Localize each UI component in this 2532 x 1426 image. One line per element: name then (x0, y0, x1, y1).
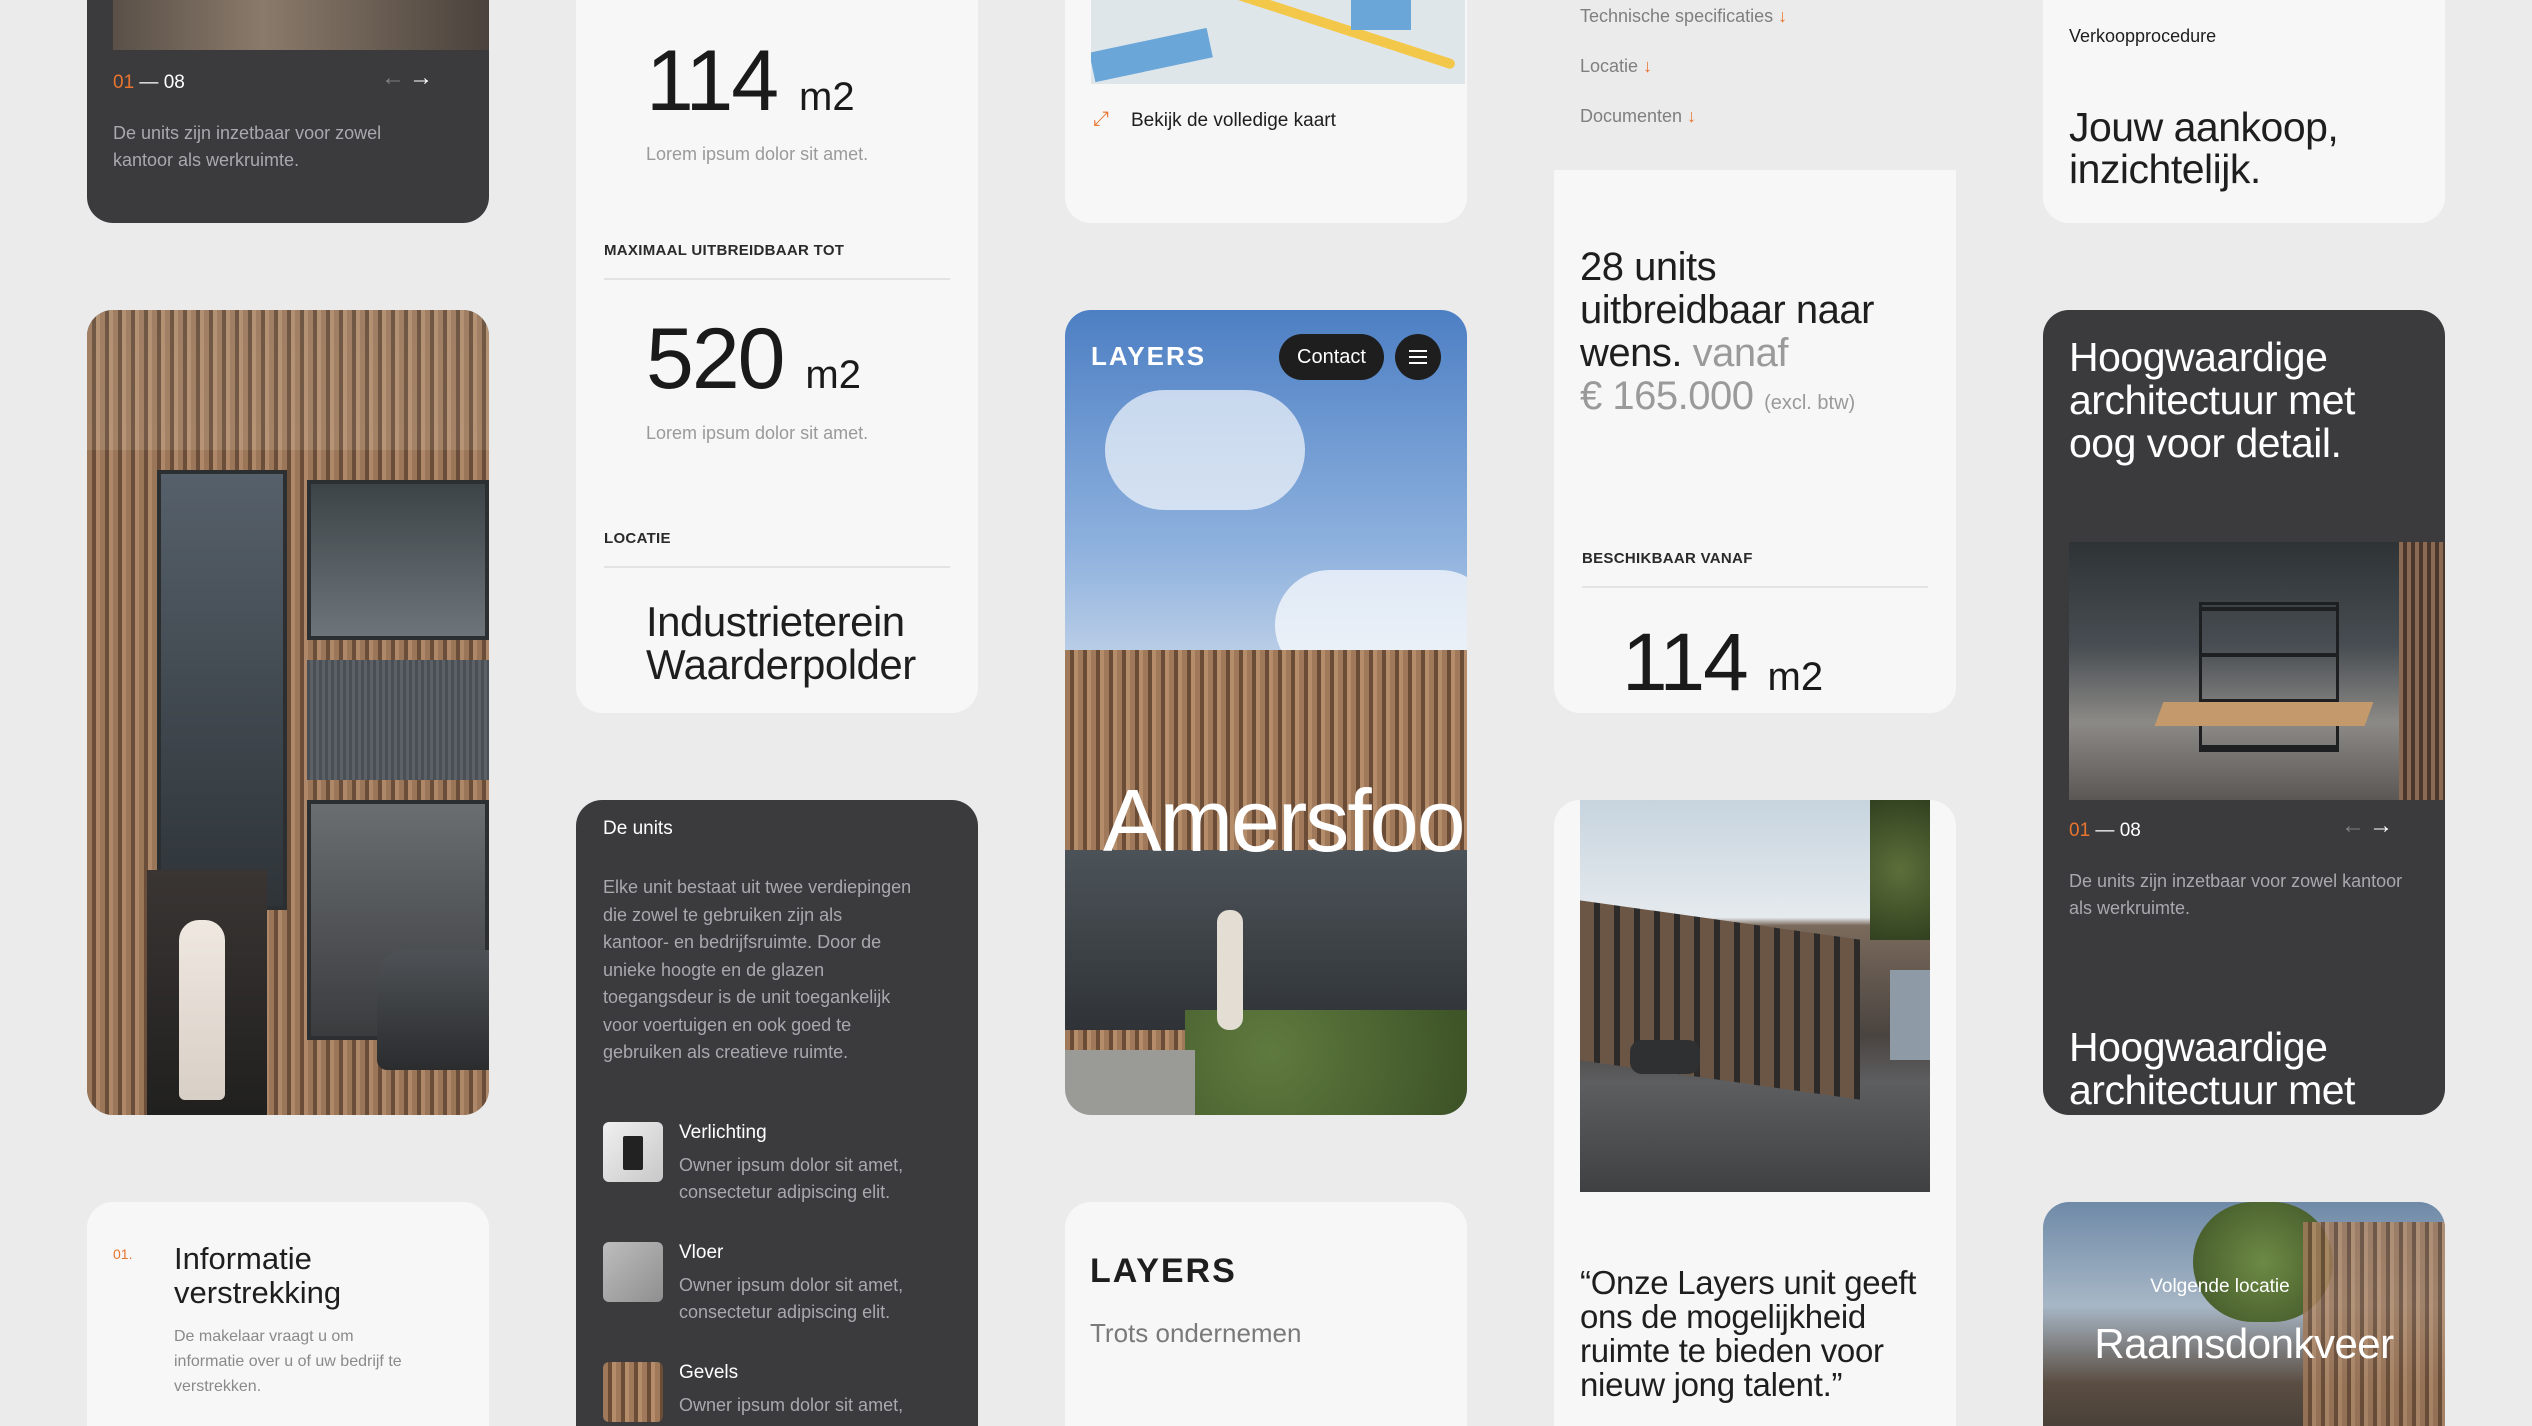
window-tall (157, 470, 287, 910)
feature-text: Owner ipsum dolor sit amet, consectetur … (679, 1155, 904, 1202)
slider-caption: De units zijn inzetbaar voor zowel kanto… (113, 123, 382, 170)
area-1-caption: Lorem ipsum dolor sit amet. (646, 144, 869, 164)
units-title: De units (603, 818, 673, 839)
offer-text: 28 units uitbreidbaar naar wens. vanaf €… (1580, 246, 1940, 425)
car (377, 950, 489, 1070)
info-number: 01. (113, 1246, 133, 1262)
quote-card: “Onze Layers unit geeft ons de mogelijkh… (1554, 800, 1956, 1426)
architecture-caption: De units zijn inzetbaar voor zowel kanto… (2069, 871, 2403, 918)
feature-title: Gevels (679, 1362, 739, 1383)
person-figure (1217, 910, 1243, 1030)
offer-price-note: (excl. btw) (1764, 392, 1856, 414)
hamburger-icon[interactable] (1395, 334, 1441, 380)
floor-icon (603, 1242, 663, 1302)
info-card: 01. Informatie verstrekking De makelaar … (87, 1202, 489, 1426)
info-title: Informatie verstrekking (174, 1241, 342, 1310)
slider-total: — 08 (139, 72, 185, 93)
quote-text: “Onze Layers unit geeft ons de mogelijkh… (1580, 1264, 1917, 1403)
area-2-unit: m2 (805, 353, 861, 397)
offer-card: 28 units uitbreidbaar naar wens. vanaf €… (1554, 170, 1956, 713)
spec-link-documents[interactable]: Documenten ↓ (1580, 106, 1787, 156)
map-card: ⤢ Bekijk de volledige kaart (1065, 0, 1467, 223)
expand-icon[interactable]: ⤢ (1093, 108, 1109, 131)
architecture-title: Hoogwaardige architectuur met oog voor d… (2069, 334, 2355, 466)
slider-card: 01 — 08 ← → De units zijn inzetbaar voor… (87, 0, 489, 223)
layers-logo: LAYERS (1090, 1252, 1237, 1290)
layers-logo[interactable]: LAYERS (1091, 341, 1206, 372)
hero-city: Amersfoo (1103, 771, 1466, 870)
procedure-card: Verkoopprocedure Jouw aankoop, inzichtel… (2043, 0, 2445, 223)
window-upper (307, 480, 489, 640)
info-text: De makelaar vraagt u om informatie over … (174, 1328, 402, 1395)
divider (1582, 586, 1928, 588)
next-location-label: Volgende locatie (2150, 1276, 2290, 1297)
arrow-down-icon: ↓ (1778, 6, 1788, 26)
area-2-value: 520 (646, 311, 785, 407)
facade-icon (603, 1362, 663, 1422)
map-link[interactable]: Bekijk de volledige kaart (1131, 110, 1336, 132)
offer-line3b: vanaf (1692, 331, 1789, 375)
location-value: Industrieterein Waarderpolder (646, 598, 916, 688)
brand-tagline: Trots ondernemen (1090, 1318, 1302, 1348)
arrow-right-icon[interactable]: → (409, 64, 433, 92)
procedure-label: Verkoopprocedure (2069, 26, 2217, 46)
next-location-card[interactable]: Volgende locatie Raamsdonkveer (2043, 1202, 2445, 1426)
procedure-title: Jouw aankoop, inzichtelijk. (2069, 104, 2339, 192)
specs-card: 114 m2 Lorem ipsum dolor sit amet. MAXIM… (576, 0, 978, 713)
arrow-left-icon[interactable]: ← (2341, 812, 2365, 840)
divider (604, 566, 950, 568)
interior-photo (113, 0, 489, 50)
glass-facade (1065, 850, 1467, 1030)
arrow-left-icon[interactable]: ← (381, 64, 405, 92)
hero-card: LAYERS Contact Amersfoo (1065, 310, 1467, 1115)
units-text: Elke unit bestaat uit twee verdiepingen … (603, 877, 912, 1062)
offer-price: € 165.000 (1580, 374, 1754, 418)
area-1-unit: m2 (799, 75, 855, 119)
units-card: De units Elke unit bestaat uit twee verd… (576, 800, 978, 1426)
feature-text: Owner ipsum dolor sit amet, (679, 1395, 904, 1415)
spec-links: Technische specificaties ↓ Locatie ↓ Doc… (1580, 6, 1787, 156)
area-2-caption: Lorem ipsum dolor sit amet. (646, 423, 869, 443)
divider (604, 278, 950, 280)
slider-current: 01 (2069, 820, 2091, 841)
area-1-value: 114 (646, 33, 779, 129)
architecture-card: Hoogwaardige architectuur met oog voor d… (2043, 310, 2445, 1115)
spec-link-location[interactable]: Locatie ↓ (1580, 56, 1787, 106)
area-2: 520 m2 (646, 310, 861, 409)
next-location-city: Raamsdonkveer (2094, 1320, 2394, 1367)
offer-line3a: wens. (1580, 331, 1683, 375)
brand-card: LAYERS Trots ondernemen (1065, 1202, 1467, 1426)
available-label: BESCHIKBAAR VANAF (1582, 550, 1753, 567)
arrow-right-icon[interactable]: → (2369, 812, 2393, 840)
architecture-title-2: Hoogwaardige architectuur met (2069, 1024, 2355, 1113)
facade-photo-card (87, 310, 489, 1115)
person-figure (179, 920, 225, 1100)
available-area: 114 m2 (1622, 616, 1823, 710)
street-photo (1580, 800, 1930, 1192)
arrow-down-icon: ↓ (1643, 56, 1653, 76)
feature-text: Owner ipsum dolor sit amet, consectetur … (679, 1275, 904, 1322)
slider-current: 01 (113, 72, 135, 93)
spec-link-technical[interactable]: Technische specificaties ↓ (1580, 6, 1787, 56)
ground (1065, 1050, 1195, 1115)
contact-button[interactable]: Contact (1279, 334, 1384, 380)
map-preview[interactable] (1091, 0, 1465, 84)
offer-line1: 28 units (1580, 245, 1717, 289)
offer-line2: uitbreidbaar naar (1580, 288, 1874, 332)
arrow-down-icon: ↓ (1687, 106, 1697, 126)
available-value: 114 (1622, 617, 1749, 708)
feature-title: Verlichting (679, 1122, 767, 1143)
lighting-icon (603, 1122, 663, 1182)
location-label: LOCATIE (604, 530, 671, 547)
available-unit: m2 (1767, 655, 1824, 699)
metal-panel (307, 660, 489, 780)
slider-total: — 08 (2095, 820, 2141, 841)
office-photo (2069, 542, 2445, 800)
clouds (1105, 390, 1305, 510)
area-1: 114 m2 (646, 32, 855, 131)
expand-label: MAXIMAAL UITBREIDBAAR TOT (604, 242, 845, 259)
feature-title: Vloer (679, 1242, 724, 1263)
